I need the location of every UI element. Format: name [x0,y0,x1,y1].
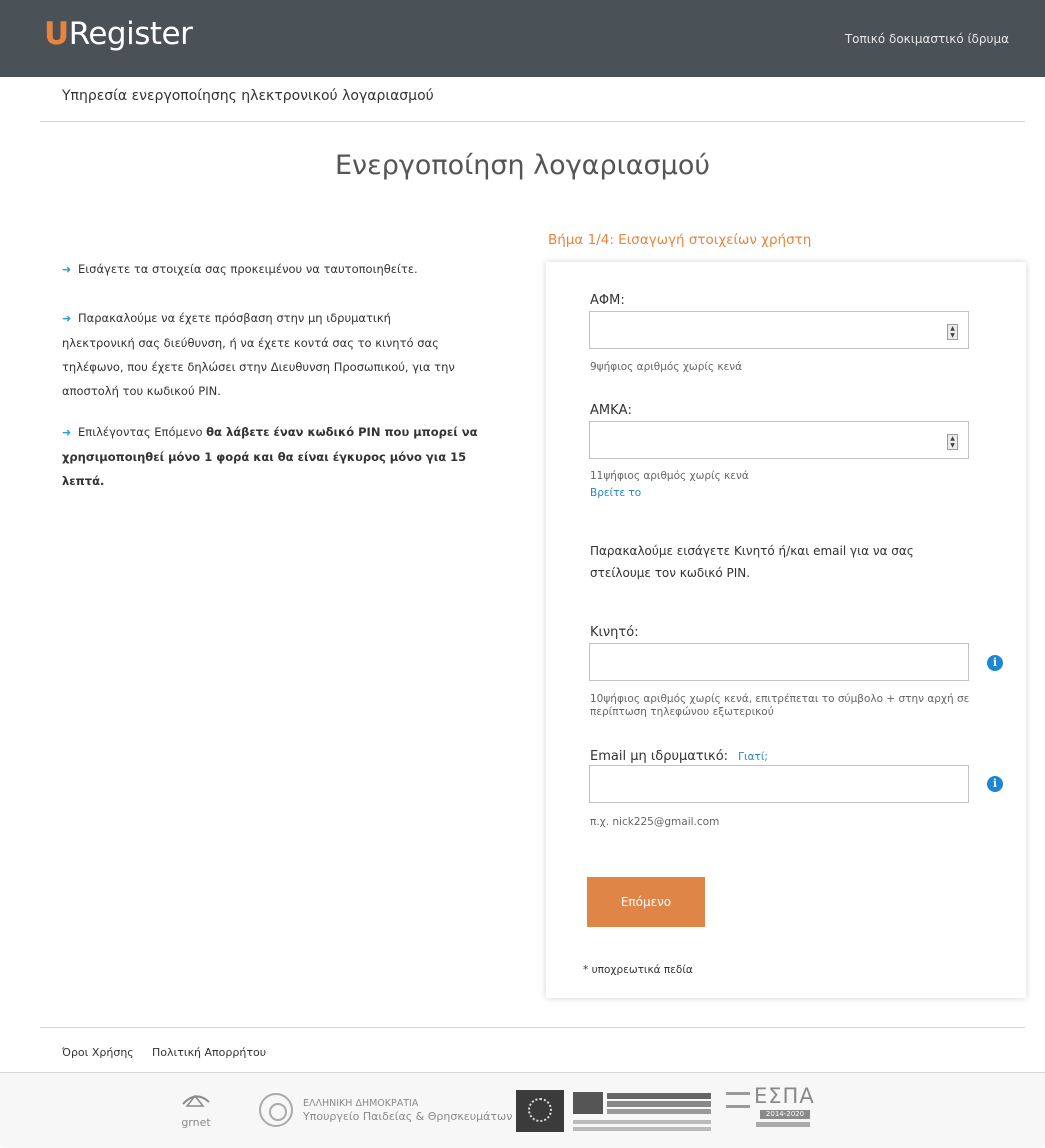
institution-name: Τοπικό δοκιμαστικό ίδρυμα [844,32,1009,46]
service-title: Υπηρεσία ενεργοποίησης ηλεκτρονικού λογα… [62,88,434,104]
grnet-logo: grnet [178,1088,214,1129]
info-icon[interactable]: i [987,655,1003,671]
info-paragraph-pin: ➜ Επιλέγοντας Επόμενο θα λάβετε έναν κωδι… [62,420,502,493]
number-spinner-icon[interactable]: ▲ ▼ [947,434,958,450]
amka-hint: 11ψήφιος αριθμός χωρίς κενά [590,470,749,482]
info-icon[interactable]: i [987,776,1003,792]
number-spinner-icon[interactable]: ▲ ▼ [947,324,958,340]
page-title: Ενεργοποίηση λογαριασμού [335,150,710,181]
terms-link[interactable]: Όροι Χρήσης [62,1046,134,1059]
required-fields-note: * υποχρεωτικά πεδία [583,964,693,976]
amka-find-link[interactable]: Βρείτε το [590,487,641,500]
eu-stars-icon [528,1098,552,1122]
afm-input[interactable]: ▲ ▼ [589,311,969,349]
espa-logo: ΕΣΠΑ 2014-2020 [726,1084,814,1130]
arrow-right-icon: ➜ [62,312,72,325]
info-paragraph-identify: ➜ Εισάγετε τα στοιχεία σας προκειμένου να… [62,257,502,282]
amka-input[interactable]: ▲ ▼ [589,421,969,459]
email-hint: π.χ. nick225@gmail.com [590,816,720,828]
epanek-program-logo [573,1090,713,1134]
amka-label: ΑΜΚΑ: [590,403,632,418]
grnet-icon [182,1094,210,1107]
uregister-logo[interactable]: URegister [44,16,193,52]
mobile-label: Κινητό: [590,625,639,640]
arrow-right-icon: ➜ [62,263,72,276]
eu-flag-logo [516,1090,564,1132]
contact-notice: Παρακαλούμε εισάγετε Κινητό ή/και email … [590,544,914,580]
info-paragraph-access: ➜ Παρακαλούμε να έχετε πρόσβαση στην μη ι… [62,306,462,403]
footer-divider [40,1027,1025,1028]
email-input[interactable] [589,765,969,803]
privacy-link[interactable]: Πολιτική Απορρήτου [152,1046,266,1059]
greek-republic-seal-icon [259,1093,293,1127]
arrow-right-icon: ➜ [62,426,72,439]
afm-hint: 9ψήφιος αριθμός χωρίς κενά [590,361,743,373]
mobile-input[interactable] [589,643,969,681]
ministry-logo: ΕΛΛΗΝΙΚΗ ΔΗΜΟΚΡΑΤΙΑ Υπουργείο Παιδείας &… [303,1098,513,1123]
top-bar: URegister Τοπικό δοκιμαστικό ίδρυμα [0,0,1045,77]
afm-label: ΑΦΜ: [590,293,625,308]
email-label: Email μη ιδρυματικό: Γιατί; [590,749,768,764]
next-button[interactable]: Επόμενο [587,877,705,927]
espa-wave-icon [726,1092,750,1108]
header-divider [40,121,1025,122]
mobile-hint: 10ψήφιος αριθμός χωρίς κενά, επιτρέπεται… [590,693,970,718]
step-title: Βήμα 1/4: Εισαγωγή στοιχείων χρήστη [548,232,812,248]
email-why-link[interactable]: Γιατί; [738,751,768,763]
